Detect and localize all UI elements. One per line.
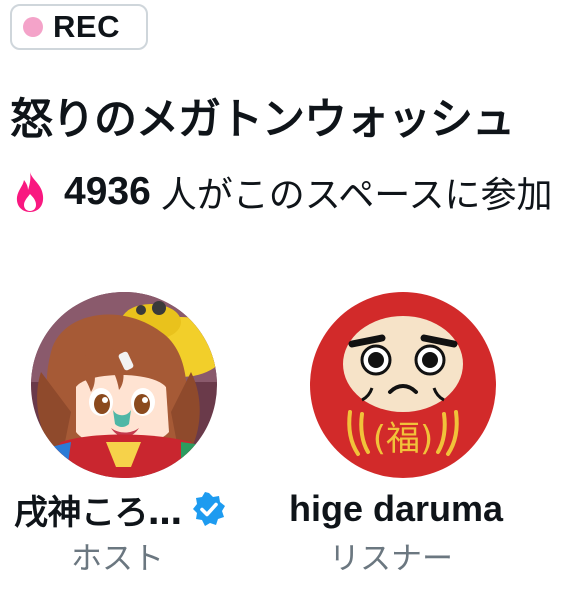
rec-badge: REC [10,4,148,50]
host-role: ホスト [71,541,164,577]
space-title: 怒りのメガトンウォッシュ [10,95,515,145]
recording-dot-icon [23,17,43,37]
space-screen: REC 怒りのメガトンウォッシュ 4936 人がこのスペースに参加 (福) 戌神… [0,0,588,595]
svg-text:(福): (福) [373,419,434,459]
host-name[interactable]: 戌神ころ… [14,485,182,534]
listener-name[interactable]: hige daruma [289,488,503,530]
host-avatar[interactable] [31,292,217,478]
listener-role: リスナー [329,541,453,577]
participant-count: 4936 [64,170,151,213]
listener-avatar[interactable]: (福) [310,292,496,478]
fire-icon [16,172,44,212]
rec-label: REC [53,9,120,44]
daruma-avatar-icon: (福) [310,292,496,478]
participant-count-row: 4936 人がこのスペースに参加 [12,164,588,220]
anime-girl-avatar-icon [31,292,217,478]
verified-badge-icon [192,492,225,526]
host-name-row: 戌神ころ… [14,484,226,534]
listener-name-row: hige daruma [289,484,503,534]
participant-text: 人がこのスペースに参加 [160,175,553,216]
